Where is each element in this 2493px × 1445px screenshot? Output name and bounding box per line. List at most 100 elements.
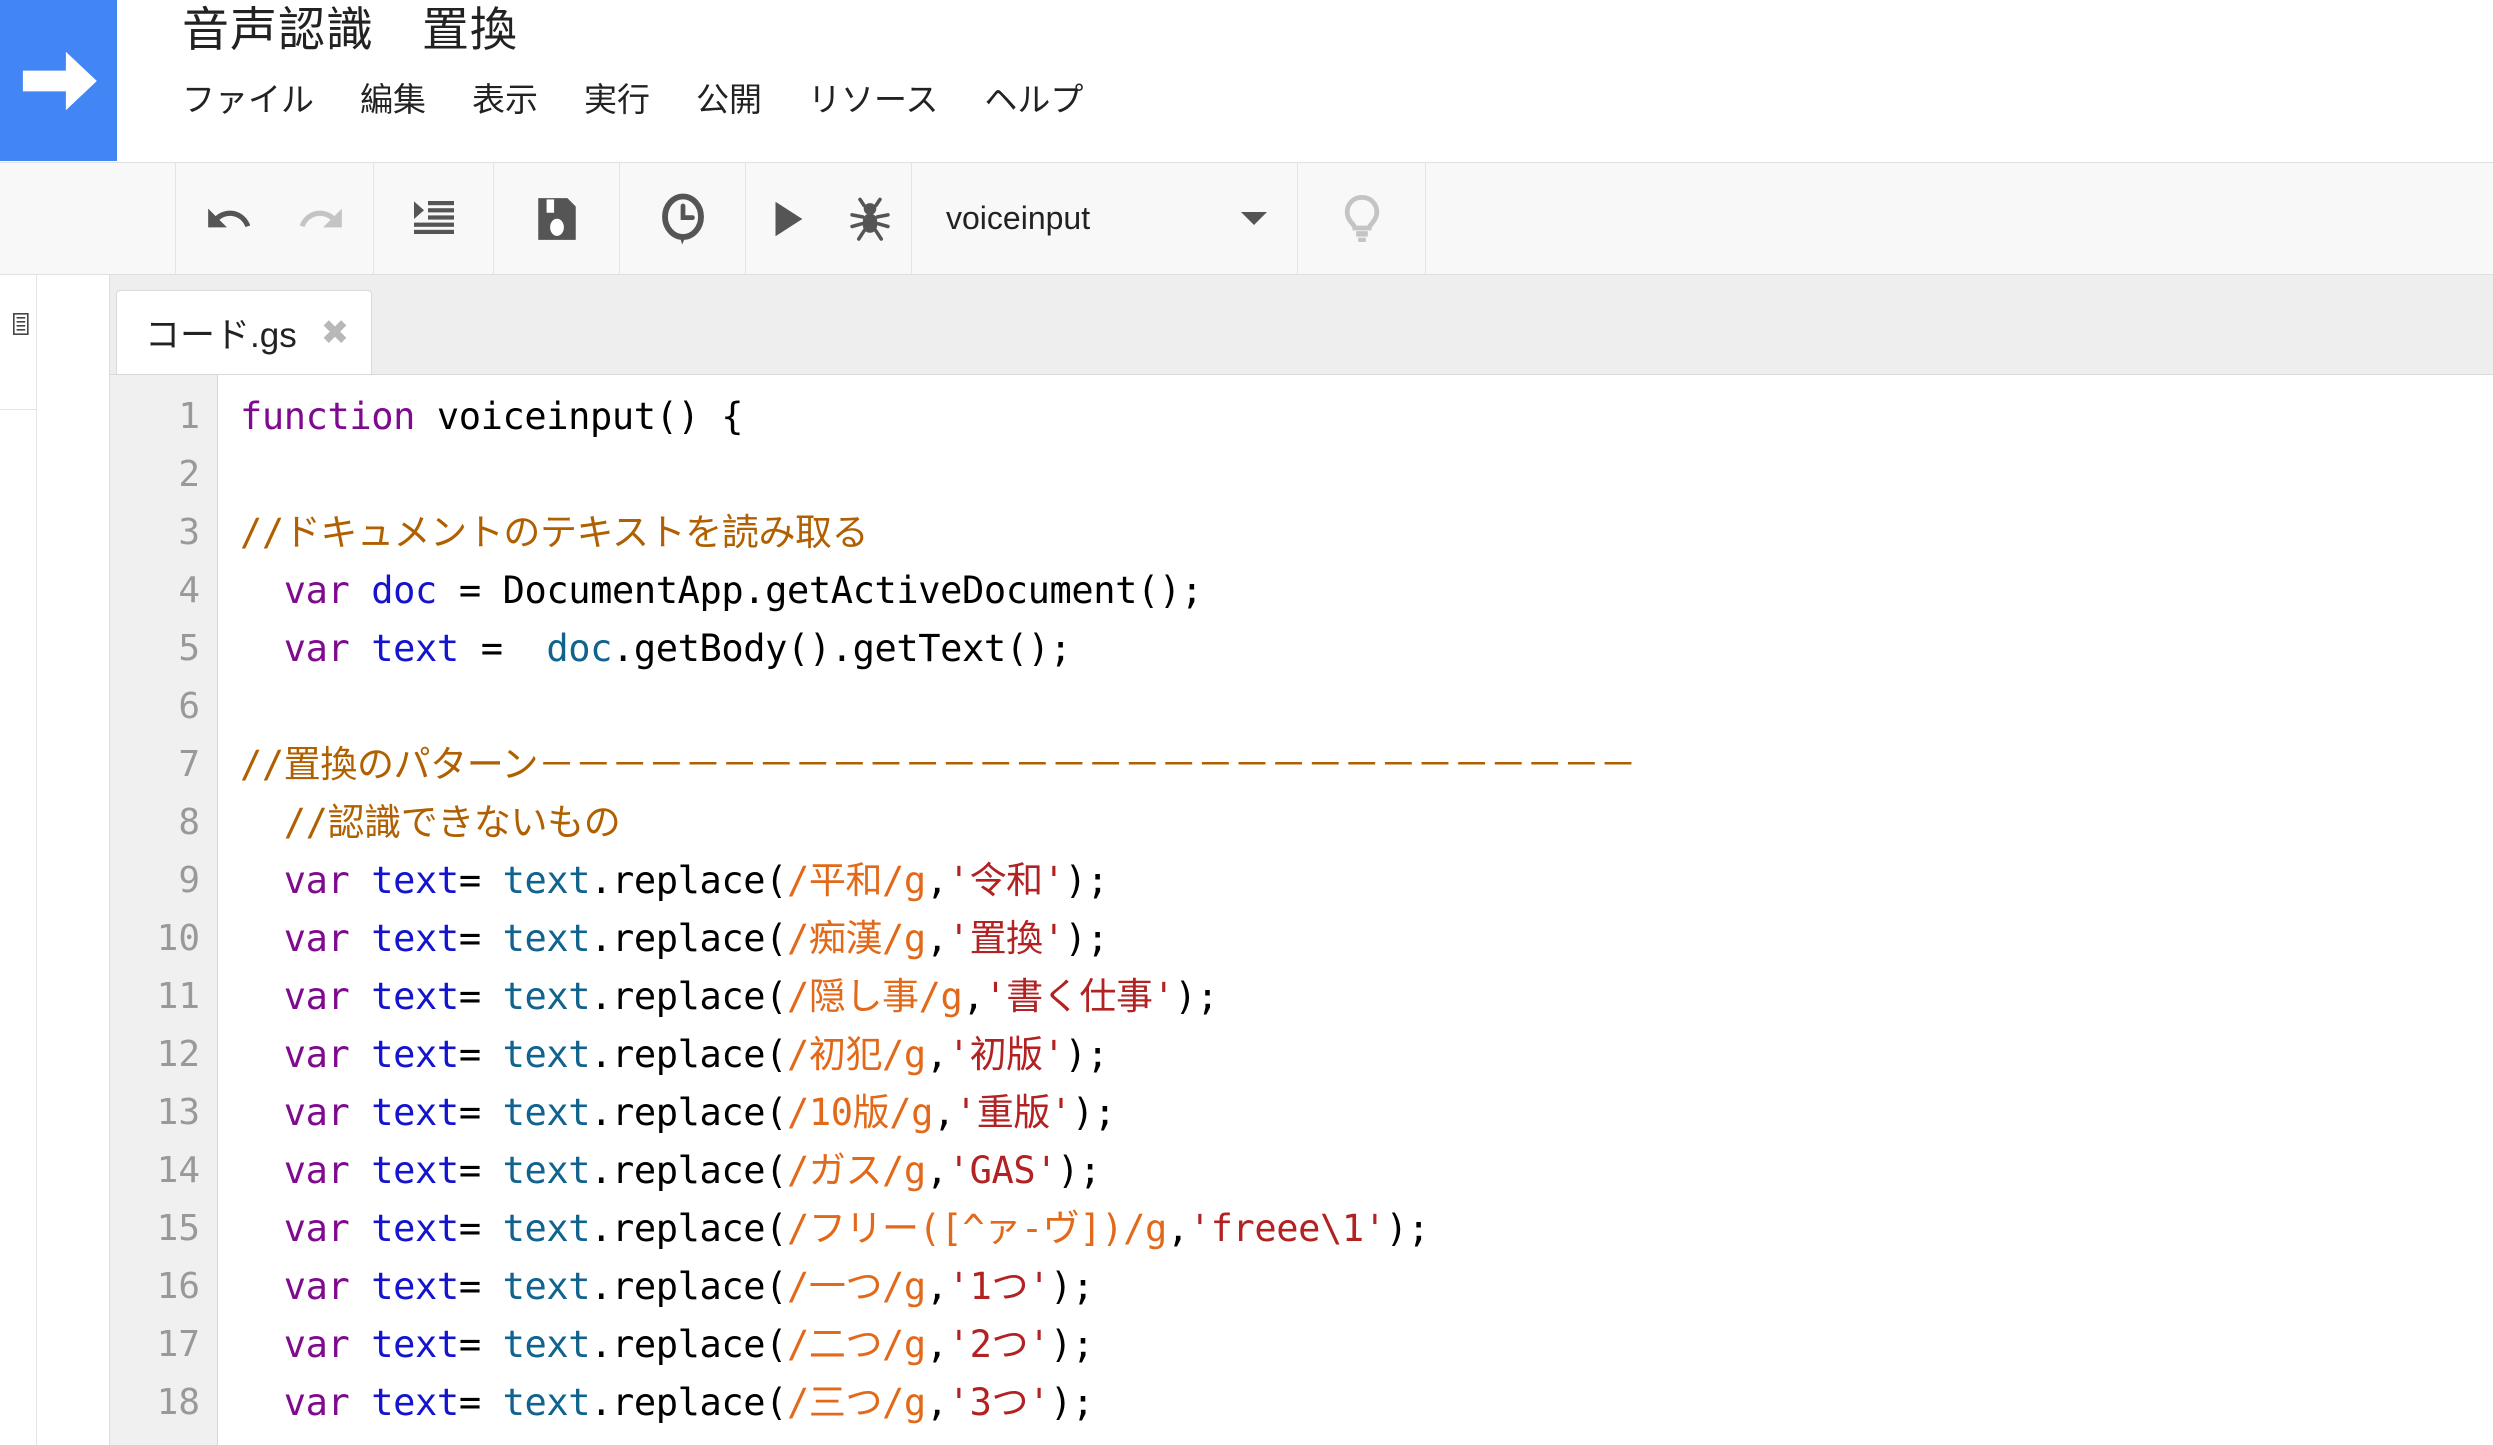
code-token-str: '3つ' xyxy=(947,1381,1051,1424)
run-button[interactable] xyxy=(746,163,829,274)
rail-divider xyxy=(0,409,36,410)
code-line[interactable]: var text= text.replace(/平和/g,'令和'); xyxy=(240,852,2493,910)
code-area[interactable]: 1 2 3 4 5 6 7 8 9 10 11 12 13 14 15 16 17 18 function voi… xyxy=(110,375,2493,1445)
execution-history-button[interactable] xyxy=(637,163,729,274)
code-token-kw: var xyxy=(283,1265,350,1308)
code-line[interactable]: var text = doc.getBody().getText(); xyxy=(240,620,2493,678)
undo-icon xyxy=(207,208,250,227)
undo-button[interactable] xyxy=(183,163,275,274)
code-token-plain: , xyxy=(925,1381,948,1424)
menu-bar: ファイル 編集 表示 実行 公開 リソース ヘルプ xyxy=(182,79,1105,120)
code-token-obj: doc xyxy=(546,627,612,670)
code-line[interactable]: var text= text.replace(/一つ/g,'1つ'); xyxy=(240,1258,2493,1316)
menu-file[interactable]: ファイル xyxy=(182,79,336,120)
toolbar-group-save xyxy=(494,163,620,274)
code-token-regex: /隠し事/g xyxy=(786,975,963,1018)
code-token-regex: /一つ/g xyxy=(786,1265,926,1308)
debug-bug-icon xyxy=(850,197,890,241)
app-header: 音声認識 置換 ファイル 編集 表示 実行 公開 リソース ヘルプ xyxy=(0,0,2493,163)
tab-code-gs[interactable]: コード.gs ✖ xyxy=(116,290,373,374)
menu-publish[interactable]: 公開 xyxy=(696,79,784,120)
code-line[interactable]: var text= text.replace(/二つ/g,'2つ'); xyxy=(240,1316,2493,1374)
menu-resources[interactable]: リソース xyxy=(808,79,960,120)
code-token-plain: = xyxy=(458,1323,503,1366)
code-token-kw: var xyxy=(283,917,350,960)
code-token-regex: /平和/g xyxy=(786,859,926,902)
code-token-plain: , xyxy=(932,1091,955,1134)
line-number: 10 xyxy=(156,918,200,959)
save-button[interactable] xyxy=(511,163,603,274)
code-line[interactable]: var text= text.replace(/10版/g,'重版'); xyxy=(240,1084,2493,1142)
code-line[interactable]: //置換のパターン－－－－－－－－－－－－－－－－－－－－－－－－－－－－－－ xyxy=(240,736,2493,794)
code-token-var: text xyxy=(371,1323,459,1366)
code-line[interactable]: var text= text.replace(/初犯/g,'初版'); xyxy=(240,1026,2493,1084)
code-line[interactable]: var text= text.replace(/ガス/g,'GAS'); xyxy=(240,1142,2493,1200)
redo-button[interactable] xyxy=(275,163,367,274)
code-token-plain: voiceinput() { xyxy=(436,395,744,438)
line-number: 16 xyxy=(156,1266,200,1307)
code-token-plain: = xyxy=(458,1265,503,1308)
code-token-obj: text xyxy=(502,917,591,960)
code-line[interactable]: //認識できないもの xyxy=(240,794,2493,852)
code-token-regex: /二つ/g xyxy=(786,1323,926,1366)
code-line[interactable]: var doc = DocumentApp.getActiveDocument(… xyxy=(240,562,2493,620)
toolbar-group-run xyxy=(746,163,912,274)
line-number: 6 xyxy=(178,686,200,727)
hint-button[interactable] xyxy=(1316,163,1408,274)
code-token-plain: , xyxy=(925,1033,948,1076)
code-token-comment: //認識できないもの xyxy=(240,801,621,844)
title-and-menu: 音声認識 置換 ファイル 編集 表示 実行 公開 リソース ヘルプ xyxy=(182,0,1105,120)
debug-button[interactable] xyxy=(829,163,912,274)
code-token-obj: text xyxy=(502,859,591,902)
close-icon[interactable]: ✖ xyxy=(321,316,350,350)
line-number: 8 xyxy=(178,802,200,843)
code-line[interactable]: function voiceinput() { xyxy=(240,388,2493,446)
function-select[interactable]: voiceinput xyxy=(912,163,1297,274)
toolbar-group-hint xyxy=(1298,163,1426,274)
line-number-gutter: 1 2 3 4 5 6 7 8 9 10 11 12 13 14 15 16 17 18 xyxy=(110,375,218,1445)
code-token-str: '2つ' xyxy=(947,1323,1051,1366)
code-token-comment: //ドキュメントのテキストを読み取る xyxy=(240,511,869,554)
menu-run[interactable]: 実行 xyxy=(584,79,672,120)
menu-view[interactable]: 表示 xyxy=(472,79,560,120)
menu-help[interactable]: ヘルプ xyxy=(984,79,1105,120)
code-line[interactable] xyxy=(240,446,2493,504)
code-token-plain: , xyxy=(925,1323,948,1366)
code-token-regex: /10版/g xyxy=(786,1091,933,1134)
code-token-var: text xyxy=(371,1207,459,1250)
lightbulb-icon xyxy=(1344,194,1379,242)
code-line[interactable] xyxy=(240,678,2493,736)
file-list-icon[interactable] xyxy=(13,313,29,335)
code-token-plain: , xyxy=(1166,1207,1189,1250)
code-line[interactable]: var text= text.replace(/三つ/g,'3つ'); xyxy=(240,1374,2493,1432)
clock-history-icon xyxy=(661,193,704,245)
code-token-var: text xyxy=(371,1265,459,1308)
code-token-plain: ); xyxy=(1049,1323,1094,1366)
code-token-var: text xyxy=(371,859,459,902)
code-token-var: text xyxy=(371,1381,459,1424)
code-token-obj: text xyxy=(502,1323,591,1366)
code-line[interactable]: //ドキュメントのテキストを読み取る xyxy=(240,504,2493,562)
indent-button[interactable] xyxy=(388,163,480,274)
line-number: 17 xyxy=(156,1324,200,1365)
code-token-kw: var xyxy=(283,569,350,612)
code-token-var: text xyxy=(371,1149,459,1192)
menu-edit[interactable]: 編集 xyxy=(360,79,448,120)
code-token-str: '初版' xyxy=(947,1033,1065,1076)
code-line[interactable]: var text= text.replace(/痴漢/g,'置換'); xyxy=(240,910,2493,968)
code-token-kw: var xyxy=(283,627,350,670)
tab-label: コード.gs xyxy=(145,316,297,355)
code-token-plain: , xyxy=(962,975,985,1018)
code-token-plain: ); xyxy=(1049,1265,1094,1308)
code-line[interactable]: var text= text.replace(/フリー([^ァ-ヴ])/g,'f… xyxy=(240,1200,2493,1258)
code-lines[interactable]: function voiceinput() { //ドキュメントのテキストを読み取… xyxy=(218,375,2493,1445)
code-line[interactable]: var text= text.replace(/隠し事/g,'書く仕事'); xyxy=(240,968,2493,1026)
code-token-regex: /三つ/g xyxy=(786,1381,926,1424)
code-token-plain: = xyxy=(458,627,547,670)
